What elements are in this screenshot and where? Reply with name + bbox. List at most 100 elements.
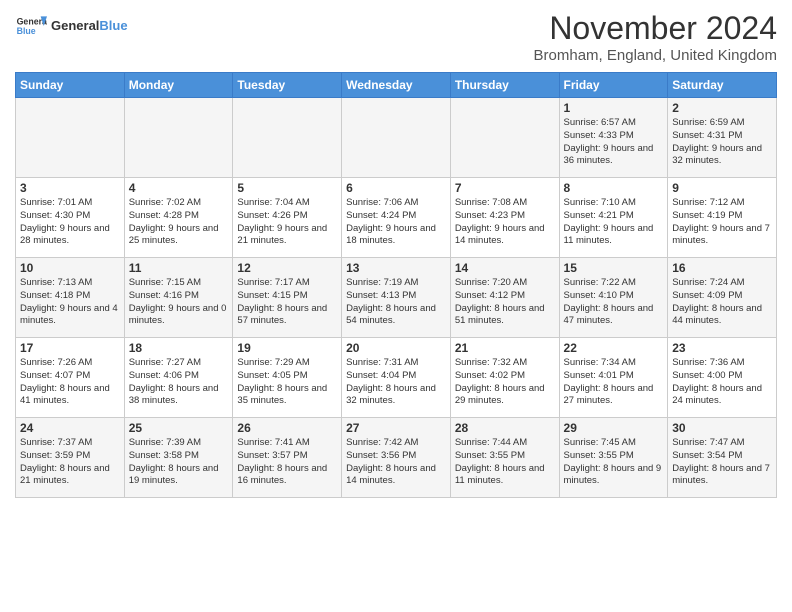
svg-text:Blue: Blue — [17, 26, 36, 36]
day-number: 21 — [455, 341, 555, 355]
table-row: 12Sunrise: 7:17 AM Sunset: 4:15 PM Dayli… — [233, 258, 342, 338]
day-info: Sunrise: 7:31 AM Sunset: 4:04 PM Dayligh… — [346, 357, 446, 408]
day-number: 15 — [564, 261, 664, 275]
calendar-week-row: 24 Sunrise: 7:37 AM Sunset: 3:59 PM Dayli… — [16, 418, 777, 498]
day-number: 28 — [455, 421, 555, 435]
table-row — [233, 98, 342, 178]
page-header: General Blue GeneralBlue November 2024 B… — [15, 10, 777, 64]
day-info: Sunrise: 7:02 AM Sunset: 4:28 PM Dayligh… — [129, 197, 229, 248]
table-row: 5Sunrise: 7:04 AM Sunset: 4:26 PM Daylig… — [233, 178, 342, 258]
day-info: Sunrise: 7:32 AM Sunset: 4:02 PM Dayligh… — [455, 357, 555, 408]
table-row: 15 Sunrise: 7:22 AM Sunset: 4:10 PM Dayli… — [559, 258, 668, 338]
day-info: Sunrise: 7:26 AM Sunset: 4:07 PM Dayligh… — [20, 357, 120, 408]
table-row: 25 Sunrise: 7:39 AM Sunset: 3:58 PM Dayli… — [124, 418, 233, 498]
table-row: 18 Sunrise: 7:27 AM Sunset: 4:06 PM Dayli… — [124, 338, 233, 418]
table-row: 3 Sunrise: 7:01 AM Sunset: 4:30 PM Daylig… — [16, 178, 125, 258]
header-monday: Monday — [124, 73, 233, 98]
table-row: 10 Sunrise: 7:13 AM Sunset: 4:18 PM Dayli… — [16, 258, 125, 338]
day-info: Sunrise: 7:27 AM Sunset: 4:06 PM Dayligh… — [129, 357, 229, 408]
table-row: 22Sunrise: 7:34 AM Sunset: 4:01 PM Dayli… — [559, 338, 668, 418]
logo-general: General — [51, 18, 99, 33]
table-row: 21 Sunrise: 7:32 AM Sunset: 4:02 PM Dayli… — [450, 338, 559, 418]
header-thursday: Thursday — [450, 73, 559, 98]
calendar-week-row: 3 Sunrise: 7:01 AM Sunset: 4:30 PM Daylig… — [16, 178, 777, 258]
table-row: 4 Sunrise: 7:02 AM Sunset: 4:28 PM Daylig… — [124, 178, 233, 258]
table-row — [342, 98, 451, 178]
day-number: 11 — [129, 261, 229, 275]
table-row: 28 Sunrise: 7:44 AM Sunset: 3:55 PM Dayli… — [450, 418, 559, 498]
day-number: 6 — [346, 181, 446, 195]
day-number: 23 — [672, 341, 772, 355]
day-info: Sunrise: 7:19 AM Sunset: 4:13 PM Dayligh… — [346, 277, 446, 328]
table-row: 30Sunrise: 7:47 AM Sunset: 3:54 PM Dayli… — [668, 418, 777, 498]
day-info: Sunrise: 7:20 AM Sunset: 4:12 PM Dayligh… — [455, 277, 555, 328]
day-info: Sunrise: 7:17 AM Sunset: 4:15 PM Dayligh… — [237, 277, 337, 328]
table-row: 24 Sunrise: 7:37 AM Sunset: 3:59 PM Dayli… — [16, 418, 125, 498]
day-info: Sunrise: 7:04 AM Sunset: 4:26 PM Dayligh… — [237, 197, 337, 248]
day-info: Sunrise: 7:39 AM Sunset: 3:58 PM Dayligh… — [129, 437, 229, 488]
logo-icon: General Blue — [15, 10, 47, 42]
table-row: 1 Sunrise: 6:57 AM Sunset: 4:33 PM Daylig… — [559, 98, 668, 178]
day-number: 25 — [129, 421, 229, 435]
table-row: 8 Sunrise: 7:10 AM Sunset: 4:21 PM Daylig… — [559, 178, 668, 258]
day-info: Sunrise: 6:59 AM Sunset: 4:31 PM Dayligh… — [672, 117, 772, 168]
month-title: November 2024 — [534, 10, 777, 47]
day-info: Sunrise: 7:06 AM Sunset: 4:24 PM Dayligh… — [346, 197, 446, 248]
day-number: 10 — [20, 261, 120, 275]
day-info: Sunrise: 7:29 AM Sunset: 4:05 PM Dayligh… — [237, 357, 337, 408]
day-info: Sunrise: 6:57 AM Sunset: 4:33 PM Dayligh… — [564, 117, 664, 168]
table-row: 26Sunrise: 7:41 AM Sunset: 3:57 PM Dayli… — [233, 418, 342, 498]
title-block: November 2024 Bromham, England, United K… — [534, 10, 777, 64]
table-row — [16, 98, 125, 178]
day-number: 7 — [455, 181, 555, 195]
day-info: Sunrise: 7:45 AM Sunset: 3:55 PM Dayligh… — [564, 437, 664, 488]
table-row: 2Sunrise: 6:59 AM Sunset: 4:31 PM Daylig… — [668, 98, 777, 178]
day-info: Sunrise: 7:42 AM Sunset: 3:56 PM Dayligh… — [346, 437, 446, 488]
calendar-header-row: Sunday Monday Tuesday Wednesday Thursday… — [16, 73, 777, 98]
table-row: 23 Sunrise: 7:36 AM Sunset: 4:00 PM Dayli… — [668, 338, 777, 418]
table-row: 20 Sunrise: 7:31 AM Sunset: 4:04 PM Dayli… — [342, 338, 451, 418]
header-friday: Friday — [559, 73, 668, 98]
day-number: 29 — [564, 421, 664, 435]
day-info: Sunrise: 7:47 AM Sunset: 3:54 PM Dayligh… — [672, 437, 772, 488]
day-info: Sunrise: 7:08 AM Sunset: 4:23 PM Dayligh… — [455, 197, 555, 248]
day-number: 4 — [129, 181, 229, 195]
logo-blue: Blue — [99, 18, 127, 33]
logo: General Blue GeneralBlue — [15, 10, 128, 42]
day-info: Sunrise: 7:36 AM Sunset: 4:00 PM Dayligh… — [672, 357, 772, 408]
day-number: 26 — [237, 421, 337, 435]
day-number: 8 — [564, 181, 664, 195]
calendar-week-row: 1 Sunrise: 6:57 AM Sunset: 4:33 PM Daylig… — [16, 98, 777, 178]
day-number: 27 — [346, 421, 446, 435]
table-row: 9Sunrise: 7:12 AM Sunset: 4:19 PM Daylig… — [668, 178, 777, 258]
calendar-week-row: 17Sunrise: 7:26 AM Sunset: 4:07 PM Dayli… — [16, 338, 777, 418]
day-info: Sunrise: 7:44 AM Sunset: 3:55 PM Dayligh… — [455, 437, 555, 488]
day-number: 1 — [564, 101, 664, 115]
table-row: 17Sunrise: 7:26 AM Sunset: 4:07 PM Dayli… — [16, 338, 125, 418]
day-info: Sunrise: 7:13 AM Sunset: 4:18 PM Dayligh… — [20, 277, 120, 328]
day-info: Sunrise: 7:10 AM Sunset: 4:21 PM Dayligh… — [564, 197, 664, 248]
header-saturday: Saturday — [668, 73, 777, 98]
day-info: Sunrise: 7:01 AM Sunset: 4:30 PM Dayligh… — [20, 197, 120, 248]
day-number: 9 — [672, 181, 772, 195]
header-sunday: Sunday — [16, 73, 125, 98]
day-number: 19 — [237, 341, 337, 355]
day-number: 14 — [455, 261, 555, 275]
day-info: Sunrise: 7:24 AM Sunset: 4:09 PM Dayligh… — [672, 277, 772, 328]
table-row: 27 Sunrise: 7:42 AM Sunset: 3:56 PM Dayli… — [342, 418, 451, 498]
day-info: Sunrise: 7:22 AM Sunset: 4:10 PM Dayligh… — [564, 277, 664, 328]
table-row: 29 Sunrise: 7:45 AM Sunset: 3:55 PM Dayli… — [559, 418, 668, 498]
location-subtitle: Bromham, England, United Kingdom — [534, 47, 777, 64]
day-number: 18 — [129, 341, 229, 355]
day-number: 20 — [346, 341, 446, 355]
table-row: 14 Sunrise: 7:20 AM Sunset: 4:12 PM Dayli… — [450, 258, 559, 338]
day-info: Sunrise: 7:15 AM Sunset: 4:16 PM Dayligh… — [129, 277, 229, 328]
day-number: 3 — [20, 181, 120, 195]
day-info: Sunrise: 7:37 AM Sunset: 3:59 PM Dayligh… — [20, 437, 120, 488]
day-number: 16 — [672, 261, 772, 275]
table-row: 6 Sunrise: 7:06 AM Sunset: 4:24 PM Daylig… — [342, 178, 451, 258]
day-number: 13 — [346, 261, 446, 275]
day-info: Sunrise: 7:34 AM Sunset: 4:01 PM Dayligh… — [564, 357, 664, 408]
table-row: 11 Sunrise: 7:15 AM Sunset: 4:16 PM Dayli… — [124, 258, 233, 338]
day-number: 24 — [20, 421, 120, 435]
